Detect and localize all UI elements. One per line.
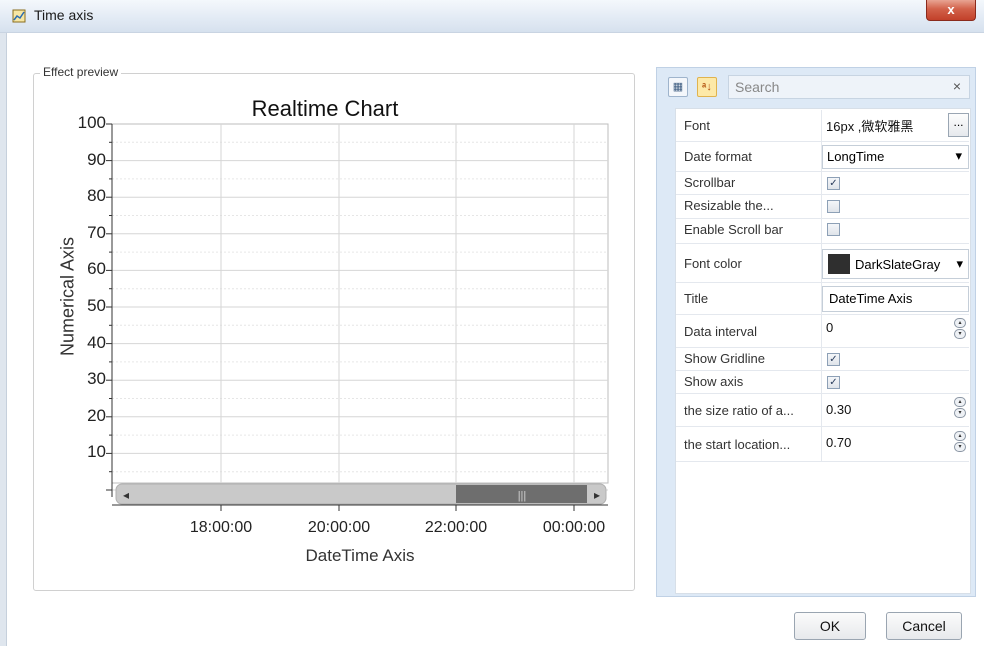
categorized-icon: ▦ [672, 81, 684, 93]
scroll-right-icon[interactable]: ▸ [594, 488, 600, 502]
font-color-select[interactable]: DarkSlateGray ▾ [822, 249, 969, 279]
x-tick-label: 18:00:00 [189, 519, 253, 536]
property-row-font-color: Font color DarkSlateGray ▾ [676, 244, 969, 283]
property-name: Date format [684, 149, 752, 164]
y-tick-label: 50 [87, 296, 106, 315]
show-axis-checkbox[interactable]: ✓ [827, 376, 840, 389]
spin-up-icon[interactable]: ▴ [954, 397, 966, 407]
size-ratio-value[interactable]: 0.30 [826, 402, 851, 417]
property-name: Font [684, 118, 711, 133]
scrollbar-grip: ||| [518, 490, 527, 502]
date-format-value: LongTime [827, 149, 885, 164]
close-icon: x [947, 2, 955, 17]
enable-scroll-bar-checkbox[interactable] [827, 223, 840, 236]
start-location-value[interactable]: 0.70 [826, 435, 851, 450]
column-divider [821, 394, 822, 426]
property-row-size-ratio: the size ratio of a... 0.30 ▴ ▾ [676, 394, 969, 427]
spin-down-icon[interactable]: ▾ [954, 329, 966, 339]
property-row-resizable: Resizable the... [676, 195, 969, 219]
property-name: Data interval [684, 324, 757, 339]
chevron-down-icon: ▾ [955, 148, 962, 163]
column-divider [821, 219, 822, 243]
y-tick-label: 70 [87, 222, 106, 242]
property-row-show-gridline: Show Gridline ✓ [676, 348, 969, 371]
property-name: the start location... [684, 437, 791, 452]
y-tick-label: 20 [87, 405, 106, 425]
property-row-enable-scroll-bar: Enable Scroll bar [676, 219, 969, 244]
scroll-left-icon[interactable]: ◂ [123, 488, 129, 502]
show-gridline-checkbox[interactable]: ✓ [827, 353, 840, 366]
spin-up-icon[interactable]: ▴ [954, 318, 966, 328]
clear-search-icon[interactable]: × [953, 78, 961, 94]
property-row-data-interval: Data interval 0 ▴ ▾ [676, 315, 969, 348]
x-tick-label: 00:00:00 [542, 519, 606, 536]
font-value: 16px ,微软雅黑 [826, 119, 914, 134]
column-divider [821, 195, 822, 218]
spin-down-icon[interactable]: ▾ [954, 408, 966, 418]
property-name: the size ratio of a... [684, 403, 794, 418]
color-swatch [828, 254, 850, 274]
property-search-input[interactable]: Search × [728, 75, 970, 99]
cancel-button[interactable]: Cancel [886, 612, 962, 640]
property-name: Scrollbar [684, 175, 736, 190]
column-divider [821, 110, 822, 141]
y-tick-label: 10 [87, 442, 106, 462]
y-tick-label: 30 [87, 369, 106, 389]
chevron-down-icon: ▾ [956, 256, 963, 271]
property-name: Resizable the... [684, 198, 774, 213]
scrollbar-checkbox[interactable]: ✓ [827, 177, 840, 190]
date-format-select[interactable]: LongTime ▾ [822, 145, 969, 169]
y-tick-label: 80 [87, 186, 106, 206]
property-row-start-location: the start location... 0.70 ▴ ▾ [676, 427, 969, 462]
property-name: Title [684, 291, 709, 306]
y-tick-label: 60 [87, 259, 106, 279]
font-color-value: DarkSlateGray [855, 257, 941, 272]
ok-button[interactable]: OK [794, 612, 866, 640]
title-value: DateTime Axis [829, 291, 913, 306]
property-row-scrollbar: Scrollbar ✓ [676, 172, 969, 195]
column-divider [821, 172, 822, 194]
y-tick-label: 40 [87, 332, 106, 352]
property-row-show-axis: Show axis ✓ [676, 371, 969, 394]
data-interval-value[interactable]: 0 [826, 320, 833, 335]
spin-up-icon[interactable]: ▴ [954, 431, 966, 441]
property-row-font: Font 16px ,微软雅黑 [676, 110, 969, 142]
property-row-date-format: Date format LongTime ▾ [676, 142, 969, 172]
y-tick-label: 90 [87, 149, 106, 169]
y-tick-label: 100 [77, 113, 106, 132]
property-name: Enable Scroll bar [684, 222, 783, 237]
x-tick-label: 22:00:00 [424, 519, 488, 536]
property-name: Font color [684, 256, 742, 271]
property-name: Show Gridline [684, 351, 765, 366]
property-row-title: Title DateTime Axis [676, 283, 969, 315]
spin-down-icon[interactable]: ▾ [954, 442, 966, 452]
column-divider [821, 427, 822, 461]
column-divider [821, 348, 822, 370]
categorized-view-button[interactable]: ▦ [668, 77, 688, 97]
sort-az-icon: ᵃ↓ [702, 81, 712, 93]
x-tick-label: 20:00:00 [307, 519, 371, 536]
column-divider [821, 315, 822, 347]
x-axis-label: DateTime Axis [305, 546, 415, 565]
search-placeholder: Search [735, 79, 780, 95]
sort-alphabetical-button[interactable]: ᵃ↓ [697, 77, 717, 97]
close-button[interactable]: x [926, 0, 976, 21]
font-picker-button[interactable]: ... [948, 113, 969, 137]
plot-area [111, 123, 609, 484]
title-input[interactable]: DateTime Axis [822, 286, 969, 312]
property-name: Show axis [684, 374, 744, 389]
column-divider [821, 371, 822, 393]
resizable-checkbox[interactable] [827, 200, 840, 213]
